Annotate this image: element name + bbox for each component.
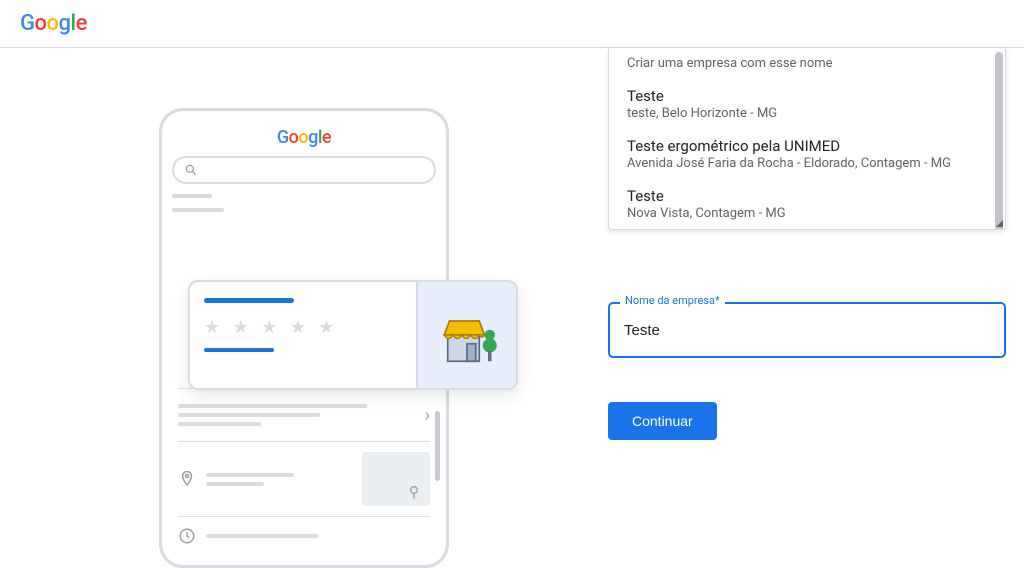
star-rating-icon: ★ ★ ★ ★ ★: [204, 317, 402, 338]
list-item: [172, 442, 436, 516]
map-thumbnail: [362, 452, 430, 506]
business-name-input[interactable]: [608, 302, 1006, 358]
business-suggestions-dropdown: Criar uma empresa com esse nome Teste te…: [608, 48, 1006, 230]
search-icon: [184, 163, 198, 177]
business-name-field-wrap: Nome da empresa*: [608, 302, 1006, 358]
suggestion-name: Teste ergométrico pela UNIMED: [627, 137, 987, 155]
form-panel: Criar uma empresa com esse nome Teste te…: [608, 48, 1024, 546]
suggestion-item[interactable]: Teste teste, Belo Horizonte - MG: [609, 79, 1005, 129]
suggestion-name: Teste: [627, 87, 987, 105]
resize-indicator-icon: [996, 220, 1003, 227]
skeleton-line: [172, 194, 212, 198]
google-logo: Google: [20, 11, 87, 36]
business-name-label: Nome da empresa*: [620, 294, 725, 307]
business-card-illustration: ★ ★ ★ ★ ★: [188, 280, 518, 390]
phone-google-logo: Google: [172, 127, 436, 148]
clock-icon: [178, 527, 196, 545]
main-content: Google ›: [0, 48, 1024, 546]
suggestion-address: teste, Belo Horizonte - MG: [627, 106, 987, 121]
continue-button[interactable]: Continuar: [608, 402, 717, 440]
phone-scrollbar: [435, 411, 440, 481]
chevron-right-icon: ›: [425, 405, 430, 426]
create-business-option[interactable]: Criar uma empresa com esse nome: [609, 48, 1005, 79]
skeleton-line: [172, 208, 224, 212]
dropdown-scrollbar[interactable]: [995, 52, 1003, 230]
phone-search-pill: [172, 156, 436, 184]
suggestion-name: Teste: [627, 187, 987, 205]
illustration-panel: Google ›: [0, 48, 608, 546]
suggestion-address: Nova Vista, Contagem - MG: [627, 206, 987, 221]
list-item: [172, 517, 436, 555]
suggestion-item[interactable]: Teste Nova Vista, Contagem - MG: [609, 179, 1005, 229]
list-item: ›: [172, 389, 436, 441]
pin-icon: [178, 470, 196, 488]
continue-button-label: Continuar: [632, 413, 693, 429]
suggestion-item[interactable]: Teste ergométrico pela UNIMED Avenida Jo…: [609, 129, 1005, 179]
suggestion-address: Avenida José Faria da Rocha - Eldorado, …: [627, 156, 987, 171]
create-business-label: Criar uma empresa com esse nome: [627, 56, 833, 71]
pin-icon: [406, 484, 422, 500]
app-header: Google: [0, 0, 1024, 48]
storefront-icon: [432, 300, 502, 370]
